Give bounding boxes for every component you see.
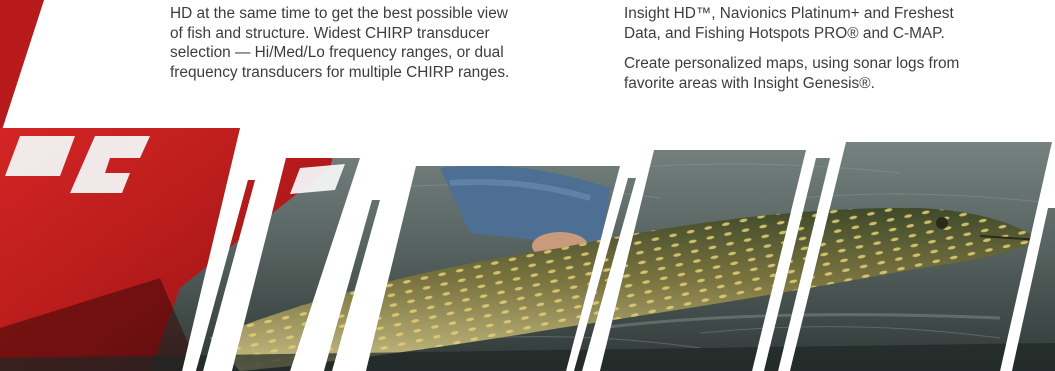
right-p1-line-2: Data, and Fishing Hotspots PRO® and C-MA… (624, 24, 945, 42)
right-paragraph-2: Create personalized maps, using sonar lo… (624, 54, 1034, 93)
left-line-4: frequency transducers for multiple CHIRP… (170, 63, 510, 81)
right-p2-line-2: favorite areas with Insight Genesis®. (624, 74, 875, 92)
feature-text-right: Insight HD™, Navionics Platinum+ and Fre… (624, 4, 1034, 93)
left-line-3: selection — Hi/Med/Lo frequency ranges, … (170, 44, 504, 62)
page: HD at the same time to get the best poss… (0, 0, 1055, 371)
pike-photo-strip (0, 128, 1055, 371)
left-line-1: HD at the same time to get the best poss… (170, 5, 508, 22)
right-p2-line-1: Create personalized maps, using sonar lo… (624, 55, 960, 73)
left-line-2: of fish and structure. Widest CHIRP tran… (170, 24, 490, 42)
pike-photo-image (0, 128, 1055, 371)
boat-fragment-image (0, 0, 44, 136)
boat-photo-fragment (0, 0, 44, 136)
right-p1-line-1: Insight HD™, Navionics Platinum+ and Fre… (624, 5, 954, 22)
right-paragraph-1: Insight HD™, Navionics Platinum+ and Fre… (624, 4, 1034, 43)
feature-text-left: HD at the same time to get the best poss… (170, 4, 570, 82)
